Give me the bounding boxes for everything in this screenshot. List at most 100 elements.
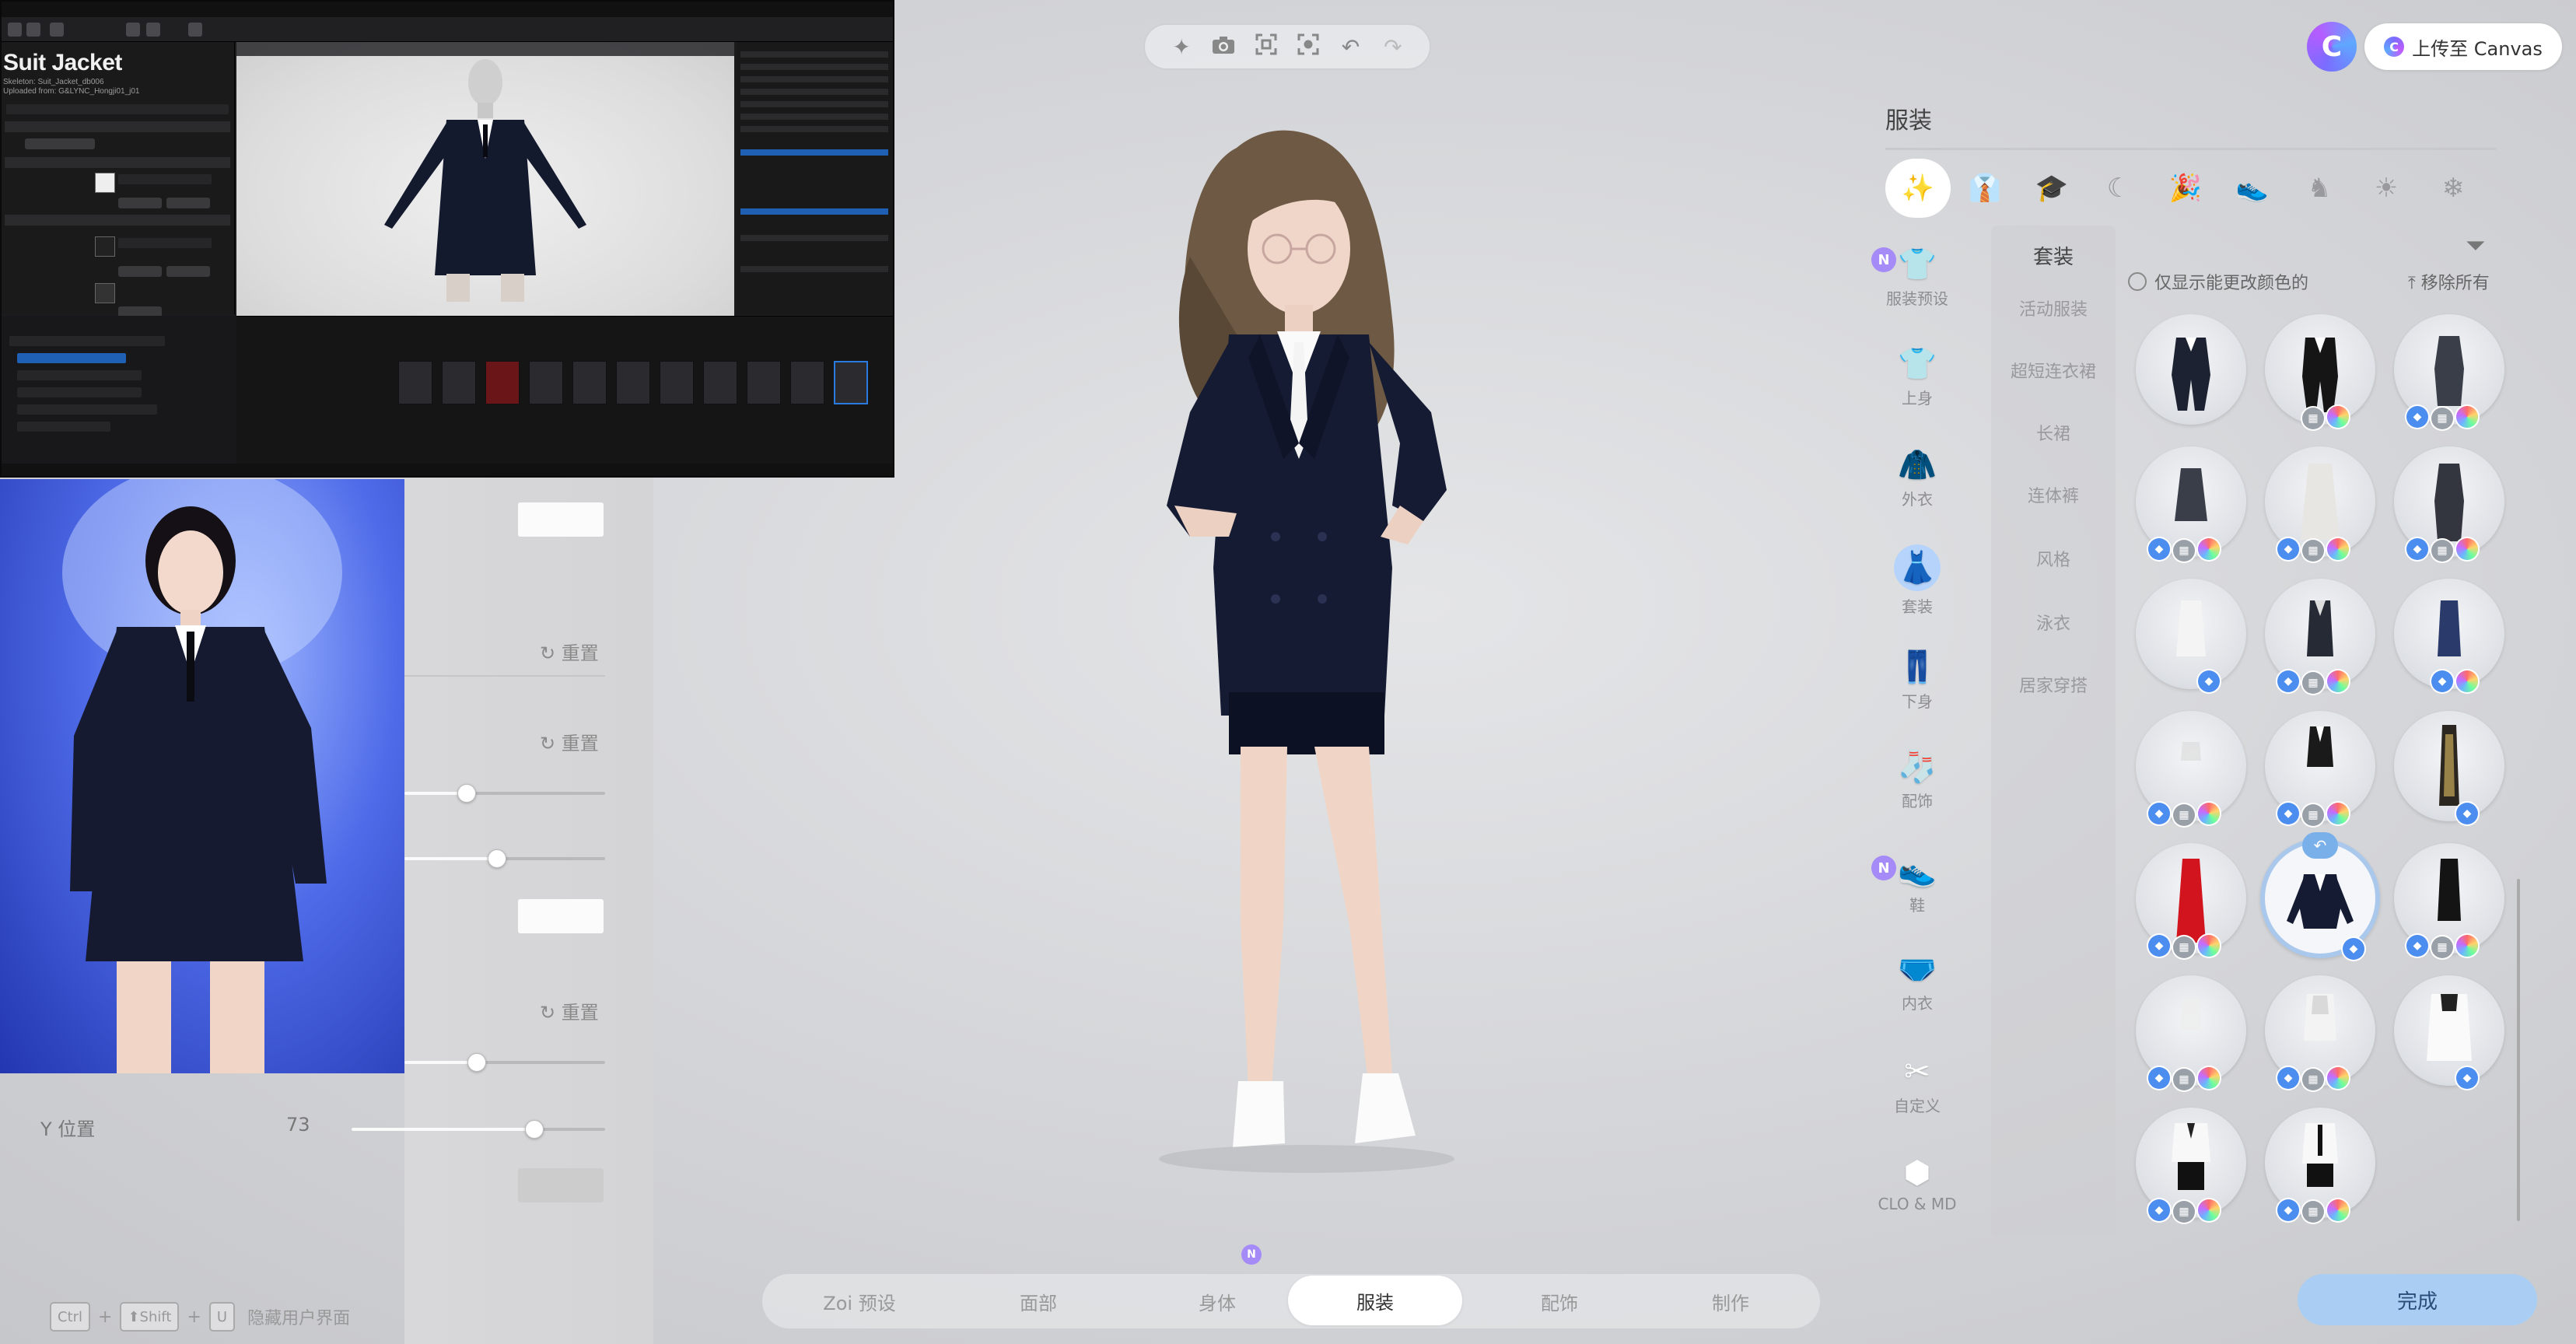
asset-thumbnail[interactable] [572,361,607,404]
details-section[interactable] [5,157,230,168]
outfit-item-selected[interactable]: ↶ ◆ [2260,832,2380,960]
slider-knob[interactable] [488,849,506,868]
folder-row[interactable] [17,387,142,397]
editor-menubar[interactable] [2,2,893,17]
outfit-item[interactable]: ▦ [2265,314,2375,429]
style-tab-winter[interactable]: ❄ [2420,159,2486,218]
reset-button-1[interactable]: ↻ 重置 [540,638,599,665]
outliner-row[interactable] [740,101,888,107]
outfit-item[interactable]: ◆ [2394,711,2504,824]
folder-row-selected[interactable] [17,353,126,363]
style-tab-all[interactable]: ✨ [1885,159,1951,218]
redo-icon[interactable]: ↷ [1376,34,1410,60]
tab-body[interactable]: 身体 [1136,1274,1299,1328]
outfit-item[interactable]: ◆ ▦ [2394,446,2504,562]
skip-icon[interactable] [188,23,202,37]
category-underwear[interactable]: 🩲 内衣 [1874,950,1960,1013]
editor-viewport[interactable] [236,42,734,316]
folder-row[interactable] [9,336,165,346]
category-tops[interactable]: 👕 上身 [1874,345,1960,408]
details-row[interactable] [118,174,212,184]
reimport-button[interactable] [166,266,210,277]
sparkle-icon[interactable]: ✦ [1164,34,1199,60]
outfit-item[interactable]: ◆ ▦ [2265,975,2375,1090]
color-value-box-disabled[interactable] [518,1168,604,1202]
import-button[interactable] [118,266,162,277]
subcategory-homewear[interactable]: 居家穿搭 [1991,672,2116,697]
material-swatch[interactable] [95,283,115,303]
asset-thumbnail[interactable] [398,361,432,404]
details-section[interactable] [5,121,230,132]
remove-all-button[interactable]: ⤒ 移除所有 [2408,269,2490,294]
outliner-row[interactable] [740,89,888,95]
subcategory-jumpsuit[interactable]: 连体裤 [1991,482,2116,507]
reset-button-3[interactable]: ↻ 重置 [540,997,599,1024]
category-bottoms[interactable]: 👖 下身 [1874,649,1960,712]
focus-icon[interactable] [1291,33,1325,61]
tab-face[interactable]: 面部 [957,1274,1120,1328]
details-row[interactable] [118,238,212,248]
y-position-slider-knob[interactable] [525,1120,544,1139]
category-outerwear[interactable]: 🧥 外衣 [1874,446,1960,509]
outliner-row[interactable] [740,51,888,58]
asset-thumbnail[interactable] [529,361,563,404]
reset-button-2[interactable]: ↻ 重置 [540,728,599,755]
outfit-item[interactable]: ◆ ▦ [2136,446,2246,562]
outfit-item[interactable]: ◆ ▦ [2265,1108,2375,1223]
undo-selection-icon[interactable]: ↶ [2302,832,2338,859]
character-model[interactable]: N [1073,101,1524,1265]
outliner-row[interactable] [740,126,888,132]
style-tab-outdoor[interactable]: ♞ [2287,159,2352,218]
category-clo-md[interactable]: ⬢ CLO & MD [1874,1154,1960,1213]
details-search[interactable] [6,104,229,114]
done-button[interactable]: 完成 [2298,1274,2537,1325]
asset-thumbnail[interactable] [616,361,650,404]
outliner-row[interactable] [740,235,888,241]
outliner-row[interactable] [740,64,888,70]
outliner-row[interactable] [740,266,888,272]
outfit-item[interactable]: ◆ ▦ [2136,1108,2246,1223]
upload-to-canvas-button[interactable]: C 上传至 Canvas [2364,23,2562,70]
outfit-item[interactable]: ◆ ▦ [2265,711,2375,826]
item-grid-scrollbar[interactable] [2517,879,2520,1221]
style-tab-school[interactable]: 🎓 [2019,159,2084,218]
style-tab-formal[interactable]: 👔 [1952,159,2018,218]
asset-thumbnail[interactable] [790,361,824,404]
undo-icon[interactable]: ↶ [1333,34,1367,60]
camera-icon[interactable] [1206,34,1241,60]
outfit-item[interactable]: ◆ ▦ [2394,314,2504,429]
material-swatch[interactable] [95,173,115,193]
slider-knob[interactable] [457,784,476,803]
outfit-item[interactable]: ◆ ▦ [2136,711,2246,826]
style-tab-sport[interactable]: 👟 [2220,159,2285,218]
frame-icon[interactable] [1249,33,1283,61]
tab-create[interactable]: 制作 [1649,1274,1812,1328]
viewport-toolbar[interactable] [236,42,734,56]
asset-thumbnail[interactable] [660,361,694,404]
outfit-item[interactable] [2136,314,2246,425]
reimport-button[interactable] [166,198,210,208]
details-section[interactable] [5,215,230,226]
outfit-item[interactable]: ◆ ▦ [2265,579,2375,694]
tab-outfit[interactable]: 服装 [1288,1276,1462,1325]
outfit-item[interactable]: ◆ ▦ [2394,843,2504,958]
canvas-avatar[interactable]: C [2307,22,2357,72]
outfit-item[interactable]: ◆ [2136,579,2246,692]
category-custom[interactable]: ✂ 自定义 [1874,1053,1960,1116]
tab-zoi-preset[interactable]: Zoi 预设 [778,1274,941,1328]
outfit-item[interactable]: ◆ [2394,975,2504,1089]
asset-thumbnail-selected[interactable] [834,361,868,404]
outliner-row[interactable] [740,76,888,82]
subcategory-swimwear[interactable]: 泳衣 [1991,610,2116,635]
folder-row[interactable] [17,370,142,380]
asset-thumbnail[interactable] [703,361,737,404]
import-button[interactable] [118,198,162,208]
outfit-item[interactable]: ◆ ▦ [2136,975,2246,1090]
material-swatch[interactable] [95,236,115,257]
asset-thumbnail[interactable] [442,361,476,404]
play-icon[interactable] [126,23,140,37]
only-colorable-toggle[interactable]: 仅显示能更改颜色的 [2128,269,2308,294]
asset-thumbnail[interactable] [747,361,781,404]
subcategory-event[interactable]: 活动服装 [1991,296,2116,320]
slider-knob[interactable] [467,1053,486,1072]
